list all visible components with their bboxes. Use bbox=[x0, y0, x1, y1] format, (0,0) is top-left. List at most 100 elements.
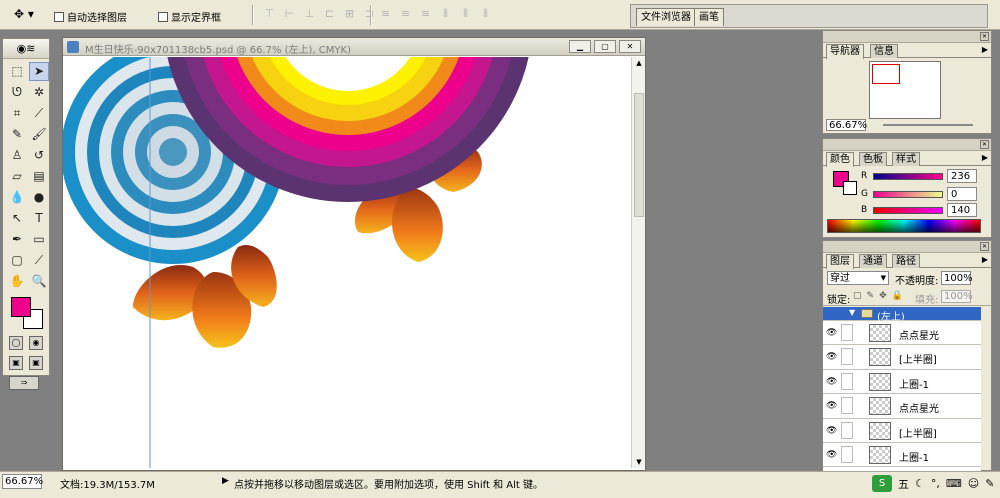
layer-row[interactable]: 👁 上圈-1 bbox=[823, 369, 981, 395]
status-arrow-icon[interactable]: ▶ bbox=[222, 476, 229, 486]
standard-mode-icon[interactable]: ◯ bbox=[9, 336, 23, 350]
path-select-icon[interactable]: ↖ bbox=[7, 209, 27, 228]
type-tool-icon[interactable]: T bbox=[29, 209, 49, 228]
eraser-tool-icon[interactable]: ▱ bbox=[7, 167, 27, 186]
layer-row[interactable]: 👁 [上半圈] bbox=[823, 418, 981, 443]
opacity-field[interactable]: 100% bbox=[941, 271, 973, 285]
distribute-left-icon[interactable]: ⦀ bbox=[438, 7, 453, 21]
pen-tool-icon[interactable]: ✒ bbox=[7, 230, 27, 249]
close-icon[interactable]: ✕ bbox=[980, 140, 989, 149]
tab-navigator[interactable]: 导航器 bbox=[826, 44, 864, 59]
lock-transparency-icon[interactable]: ▢ bbox=[853, 291, 862, 301]
align-vcenter-icon[interactable]: ⊢ bbox=[282, 7, 297, 21]
maximize-button[interactable]: ▢ bbox=[594, 40, 616, 53]
status-zoom-field[interactable]: 66.67% bbox=[2, 474, 43, 489]
close-icon[interactable]: ✕ bbox=[980, 32, 989, 41]
vertical-scrollbar[interactable]: ▲ ▼ bbox=[631, 57, 645, 468]
tab-swatches[interactable]: 色板 bbox=[859, 152, 887, 166]
link-box[interactable] bbox=[841, 397, 853, 415]
blue-slider[interactable] bbox=[873, 206, 943, 214]
eye-icon[interactable]: 👁 bbox=[826, 401, 837, 411]
checkbox-box[interactable] bbox=[54, 11, 64, 22]
canvas[interactable] bbox=[63, 57, 629, 468]
move-tool-preset-icon[interactable]: ✥ ▾ bbox=[14, 7, 44, 23]
marquee-tool-icon[interactable]: ⬚ bbox=[7, 62, 27, 81]
quick-mask-icon[interactable]: ◉ bbox=[29, 336, 43, 350]
eye-icon[interactable]: 👁 bbox=[826, 450, 837, 460]
screen-mode-full-icon[interactable]: ▣ bbox=[29, 356, 43, 370]
panel-menu-icon[interactable]: ▶ bbox=[982, 255, 988, 264]
tab-info[interactable]: 信息 bbox=[870, 44, 898, 58]
document-size[interactable]: 文档:19.3M/153.7M bbox=[60, 476, 155, 491]
ime-logo-icon[interactable]: S bbox=[872, 475, 892, 492]
align-hcenter-icon[interactable]: ⊞ bbox=[342, 7, 357, 21]
slice-tool-icon[interactable]: ⟋ bbox=[29, 104, 49, 123]
eye-icon[interactable]: 👁 bbox=[826, 352, 837, 362]
lock-position-icon[interactable]: ✥ bbox=[879, 291, 887, 301]
panel-menu-icon[interactable]: ▶ bbox=[982, 45, 988, 54]
layer-row[interactable]: 👁 上圈-1 bbox=[823, 442, 981, 468]
red-value-field[interactable]: 236 bbox=[947, 169, 977, 183]
distribute-hcenter-icon[interactable]: ⦀ bbox=[458, 7, 473, 21]
settings-icon[interactable]: ✎ bbox=[985, 477, 994, 490]
link-box[interactable] bbox=[841, 324, 853, 341]
zoom-slider[interactable] bbox=[883, 124, 973, 126]
screen-mode-standard-icon[interactable]: ▣ bbox=[9, 356, 23, 370]
tab-styles[interactable]: 样式 bbox=[892, 152, 920, 166]
link-box[interactable] bbox=[841, 445, 853, 463]
color-bg-swatch[interactable] bbox=[843, 181, 857, 195]
photoshop-logo-icon[interactable]: ◉≋ bbox=[3, 39, 49, 59]
ime-mode-label[interactable]: 五 bbox=[898, 476, 909, 492]
eye-icon[interactable]: 👁 bbox=[826, 377, 837, 387]
shape-tool-icon[interactable]: ▭ bbox=[29, 230, 49, 249]
scroll-up-icon[interactable]: ▲ bbox=[632, 59, 646, 67]
tab-color[interactable]: 颜色 bbox=[826, 152, 854, 167]
distribute-right-icon[interactable]: ⦀ bbox=[478, 7, 493, 21]
navigator-zoom-field[interactable]: 66.67% bbox=[826, 119, 867, 131]
eyedropper-tool-icon[interactable]: ⟋ bbox=[29, 251, 49, 270]
scroll-down-icon[interactable]: ▼ bbox=[632, 458, 646, 466]
notes-tool-icon[interactable]: ▢ bbox=[7, 251, 27, 270]
keyboard-icon[interactable]: ⌨ bbox=[946, 477, 962, 490]
lock-all-icon[interactable]: 🔒 bbox=[892, 291, 903, 301]
blend-mode-select[interactable]: 穿过 ▼ bbox=[827, 271, 889, 285]
gradient-tool-icon[interactable]: ▤ bbox=[29, 167, 49, 186]
color-spectrum[interactable] bbox=[827, 219, 981, 233]
user-icon[interactable]: ☺ bbox=[968, 477, 979, 490]
eye-icon[interactable]: 👁 bbox=[826, 426, 837, 436]
link-box[interactable] bbox=[841, 348, 853, 366]
dock-tab-brushes[interactable]: 画笔 bbox=[694, 8, 724, 26]
expand-triangle-icon[interactable]: ▼ bbox=[849, 308, 855, 317]
punctuation-icon[interactable]: °, bbox=[931, 477, 940, 490]
lasso-tool-icon[interactable]: ᘎ bbox=[7, 83, 27, 102]
tab-layers[interactable]: 图层 bbox=[826, 254, 854, 269]
history-brush-icon[interactable]: ↺ bbox=[29, 146, 49, 165]
clone-stamp-icon[interactable]: ♙ bbox=[7, 146, 27, 165]
crop-tool-icon[interactable]: ⌗ bbox=[7, 104, 27, 123]
magic-wand-tool-icon[interactable]: ✲ bbox=[29, 83, 49, 102]
hand-tool-icon[interactable]: ✋ bbox=[7, 272, 27, 291]
link-box[interactable] bbox=[841, 372, 853, 390]
view-box[interactable] bbox=[872, 64, 900, 84]
layer-row[interactable]: 👁 点点星光 bbox=[823, 394, 981, 419]
eye-icon[interactable]: 👁 bbox=[826, 328, 837, 338]
blur-tool-icon[interactable]: 💧 bbox=[7, 188, 27, 207]
green-slider[interactable] bbox=[873, 190, 943, 198]
auto-select-checkbox[interactable]: 自动选择图层 bbox=[54, 9, 127, 24]
document-titlebar[interactable]: M生日快乐-90x701138cb5.psd @ 66.7% (左上), CMY… bbox=[63, 38, 645, 56]
layer-row[interactable]: 👁 点点星光 bbox=[823, 321, 981, 346]
minimize-button[interactable]: ▁ bbox=[569, 40, 591, 53]
foreground-color-swatch[interactable] bbox=[11, 297, 31, 317]
layer-row[interactable]: 👁 [上半圈] bbox=[823, 345, 981, 370]
close-button[interactable]: ✕ bbox=[619, 40, 641, 53]
distribute-vcenter-icon[interactable]: ≡ bbox=[398, 7, 413, 21]
panel-menu-icon[interactable]: ▶ bbox=[982, 153, 988, 162]
navigator-thumbnail[interactable] bbox=[869, 61, 941, 119]
link-box[interactable] bbox=[841, 421, 853, 439]
align-left-icon[interactable]: ⊏ bbox=[322, 7, 337, 21]
show-bounds-checkbox[interactable]: 显示定界框 bbox=[158, 9, 221, 24]
red-slider[interactable] bbox=[873, 172, 943, 180]
zoom-tool-icon[interactable]: 🔍 bbox=[29, 272, 49, 291]
blue-value-field[interactable]: 140 bbox=[947, 203, 977, 217]
brush-tool-icon[interactable]: 🖌 bbox=[29, 125, 49, 144]
